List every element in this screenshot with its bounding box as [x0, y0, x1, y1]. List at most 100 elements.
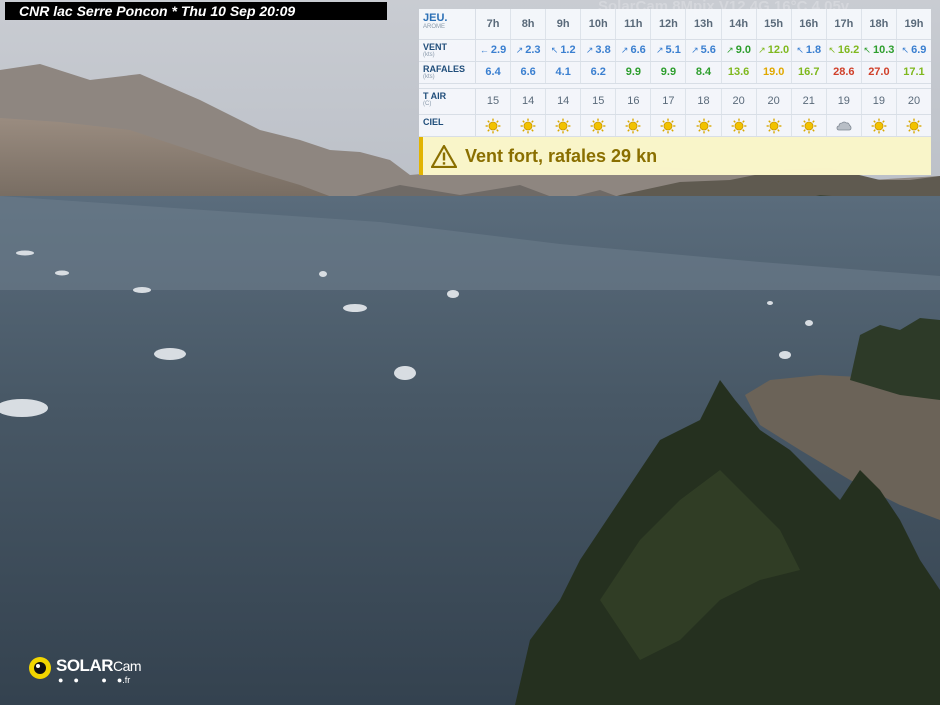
hour-cell: 19h: [904, 18, 924, 30]
wind-cell: ↖ 1.2: [546, 40, 582, 61]
sun-icon: [590, 118, 606, 133]
air-temp-cell: 19: [862, 89, 897, 114]
boat: [767, 301, 773, 305]
wind-speed-value: 1.2: [560, 44, 576, 56]
day-label: JEU.: [423, 12, 448, 24]
wind-cell: ↗ 6.6: [616, 40, 652, 61]
sun-icon: [871, 118, 887, 133]
wind-cell: ↗ 2.3: [511, 40, 547, 61]
gust-cell: 19.0: [757, 62, 792, 83]
air-temp-label-text: T AIR: [423, 91, 447, 101]
hour-cell: 9h: [546, 9, 582, 39]
solarcam-logo-text: SOLARCam: [56, 656, 142, 676]
gust-cell: 9.9: [616, 62, 652, 83]
wind-direction-arrow-icon: ↖: [901, 45, 910, 55]
gust-unit: (kts): [423, 74, 435, 80]
gust-cell: 8.4: [686, 62, 722, 83]
boat: [447, 290, 459, 298]
wind-direction-arrow-icon: ↗: [758, 45, 766, 55]
air-temp-cell: 17: [651, 89, 687, 114]
wind-cell: ↖ 1.8: [792, 40, 827, 61]
wind-cell: ↗ 3.8: [581, 40, 617, 61]
wind-cell: ↗ 5.1: [651, 40, 687, 61]
wind-direction-arrow-icon: ↖: [828, 45, 836, 55]
wind-cell: ↗ 5.6: [686, 40, 722, 61]
boat: [779, 351, 791, 359]
wind-speed-value: 10.3: [872, 44, 895, 56]
gust-cell: 9.9: [651, 62, 687, 83]
air-temp-cell: 18: [686, 89, 722, 114]
sky-cell: [686, 115, 722, 136]
hour-cell: 10h: [581, 9, 617, 39]
sky-label: CIEL: [419, 115, 476, 136]
boat: [343, 304, 367, 312]
gust-cell: 6.6: [511, 62, 547, 83]
wind-speed-value: 12.0: [767, 44, 790, 56]
sky-cell: [862, 115, 897, 136]
camera-caption: CNR lac Serre Poncon * Thu 10 Sep 20:09: [5, 2, 387, 20]
wind-unit: (kts): [423, 52, 435, 58]
air-temp-values: 15 14 14 15 16 17 18 20 20 21 19 19 20: [476, 89, 931, 114]
wind-direction-arrow-icon: ↗: [726, 45, 734, 55]
gust-cell: 28.6: [827, 62, 862, 83]
wind-direction-arrow-icon: ↗: [585, 45, 594, 55]
wind-cell: ↖ 16.2: [827, 40, 862, 61]
wind-cell: ↗ 9.0: [722, 40, 757, 61]
wind-direction-arrow-icon: ↗: [656, 45, 664, 55]
wind-speed-value: 2.3: [525, 44, 541, 56]
forecast-header-row: JEU. AROME 7h 8h 9h 10h 11h 12h 13h 14h 15h 16h 17…: [419, 9, 931, 40]
air-temp-unit: (C): [423, 101, 432, 107]
air-temp-cell: 20: [757, 89, 792, 114]
sky-cell: [546, 115, 582, 136]
wind-speed-value: 3.8: [595, 44, 611, 56]
wind-speed-value: 9.0: [735, 44, 751, 56]
sky-row: CIEL: [419, 115, 931, 137]
wind-label: VENT (kts): [419, 40, 476, 61]
gust-cell: 6.2: [581, 62, 617, 83]
sun-icon: [766, 118, 782, 133]
cloud-icon: [836, 121, 852, 130]
hour-cell: 12h: [651, 9, 687, 39]
logo-dots: ● ● ● ●.fr: [58, 675, 131, 685]
boat: [133, 287, 151, 293]
sun-icon: [485, 118, 501, 133]
wind-speed-value: 1.8: [805, 44, 822, 56]
air-temp-cell: 20: [907, 95, 921, 107]
sky-cell: [897, 115, 931, 136]
wind-direction-arrow-icon: ↖: [863, 45, 871, 55]
sun-icon: [696, 118, 711, 133]
alert-text: Vent fort, rafales 29 kn: [465, 145, 658, 166]
gust-label: RAFALES (kts): [419, 62, 476, 83]
wind-row: VENT (kts) ← 2.9 ↗ 2.3 ↖ 1.2 ↗ 3.8 ↗ 6.6 ↗ 5.1 ↗ 5.6 ↗…: [419, 40, 931, 62]
air-temp-cell: 21: [792, 89, 827, 114]
gust-cell: 6.4: [476, 62, 512, 83]
sky-label-text: CIEL: [423, 117, 444, 127]
sun-icon: [661, 118, 676, 133]
hour-cell: 14h: [722, 9, 757, 39]
hour-cell: 7h: [476, 9, 512, 39]
sky-cell: [651, 115, 687, 136]
logo-suffix: .fr: [122, 675, 131, 685]
gust-cell: 4.1: [546, 62, 582, 83]
hour-cell: 17h: [827, 9, 862, 39]
air-temp-cell: 15: [476, 89, 512, 114]
wind-direction-arrow-icon: ↗: [620, 45, 629, 55]
hour-cell: 11h: [616, 9, 652, 39]
air-temp-label: T AIR (C): [419, 89, 476, 114]
strong-wind-alert: Vent fort, rafales 29 kn: [419, 137, 931, 175]
wind-speed-value: 5.6: [700, 44, 716, 56]
sky-cell: [581, 115, 617, 136]
sky-cell: [792, 115, 827, 136]
model-label: AROME: [423, 24, 446, 30]
boat: [805, 320, 813, 326]
boat: [394, 366, 416, 380]
air-temp-cell: 19: [827, 89, 862, 114]
solarcam-logo: SOLARCam ● ● ● ●.fr: [27, 655, 157, 685]
boat: [55, 270, 69, 276]
warning-icon: [431, 144, 457, 168]
logo-brand-light: Cam: [113, 658, 142, 674]
sun-icon: [801, 118, 817, 133]
gust-label-text: RAFALES: [423, 64, 466, 74]
hour-cell: 18h: [862, 9, 897, 39]
hour-cell: 8h: [511, 9, 547, 39]
